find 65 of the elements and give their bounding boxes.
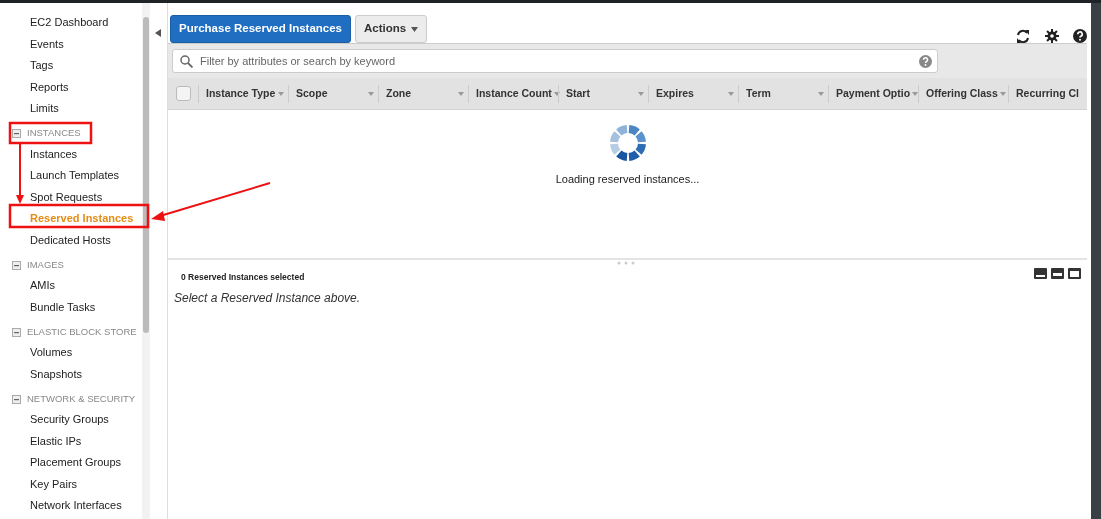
column-header[interactable]: Expires <box>648 84 738 103</box>
help-icon[interactable] <box>1073 28 1087 43</box>
sidebar-item[interactable]: Reports <box>0 76 142 98</box>
column-header[interactable]: Instance Count <box>468 84 558 103</box>
sidebar-item[interactable]: Key Pairs <box>0 473 142 495</box>
sidebar-item[interactable]: Tags <box>0 55 142 77</box>
loading-spinner-icon <box>608 124 647 162</box>
section-heading[interactable]: NETWORK & SECURITY <box>27 391 136 407</box>
sort-icon[interactable] <box>912 91 919 96</box>
actions-button[interactable]: Actions <box>355 15 428 43</box>
column-header[interactable]: Scope <box>288 84 378 103</box>
search-icon <box>180 55 193 68</box>
sidebar-item[interactable]: Bundle Tasks <box>0 296 142 318</box>
sidebar-item[interactable]: Security Groups <box>0 409 142 431</box>
details-message: Select a Reserved Instance above. <box>174 289 362 307</box>
sidebar-item[interactable]: Volumes <box>0 342 142 364</box>
sort-icon[interactable] <box>818 91 824 96</box>
column-header[interactable]: Term <box>738 84 828 103</box>
section-heading[interactable]: ELASTIC BLOCK STORE <box>27 324 137 340</box>
section-heading[interactable]: IMAGES <box>27 257 64 273</box>
sort-icon[interactable] <box>458 91 464 96</box>
collapse-icon[interactable] <box>155 29 161 37</box>
sidebar-item[interactable]: Events <box>0 33 142 55</box>
sort-icon[interactable] <box>999 91 1006 96</box>
collapse-icon[interactable] <box>12 260 21 270</box>
layout-split-icon[interactable] <box>1051 268 1064 279</box>
layout-bottom-icon[interactable] <box>1034 268 1047 279</box>
column-header[interactable]: Start <box>558 84 648 103</box>
sidebar-item[interactable]: Network Interfaces <box>0 495 142 517</box>
collapse-icon[interactable] <box>12 394 21 404</box>
column-header[interactable]: Recurring Cl <box>1008 84 1087 103</box>
scrollbar-thumb[interactable] <box>143 17 149 333</box>
settings-icon[interactable] <box>1045 28 1059 43</box>
sidebar-item[interactable]: Spot Requests <box>0 186 142 208</box>
column-header[interactable]: Instance Type <box>198 84 288 103</box>
search-field[interactable]: Filter by attributes or search by keyword <box>172 49 938 73</box>
sidebar-item[interactable]: Placement Groups <box>0 452 142 474</box>
loading-text: Loading reserved instances... <box>555 172 700 187</box>
sort-icon[interactable] <box>368 91 374 96</box>
sidebar-item[interactable]: Instances <box>0 143 142 165</box>
sidebar-item[interactable]: AMIs <box>0 275 142 297</box>
sidebar-item[interactable]: Limits <box>0 98 142 120</box>
selection-count: 0 Reserved Instances selected <box>181 271 305 284</box>
sort-icon[interactable] <box>728 91 734 96</box>
column-header[interactable]: Payment Optio <box>828 84 918 103</box>
annotation-arrow <box>16 143 24 204</box>
sidebar-item[interactable]: Dedicated Hosts <box>0 229 142 251</box>
purchase-button[interactable]: Purchase Reserved Instances <box>170 15 351 43</box>
section-heading[interactable]: INSTANCES <box>27 126 81 141</box>
refresh-icon[interactable] <box>1015 28 1031 44</box>
collapse-icon[interactable] <box>12 327 21 337</box>
collapse-icon[interactable] <box>12 129 21 138</box>
sidebar-item[interactable]: EC2 Dashboard <box>0 12 142 34</box>
sidebar-item[interactable]: Launch Templates <box>0 165 142 187</box>
column-header[interactable]: Offering Class <box>918 84 1008 103</box>
layout-top-icon[interactable] <box>1068 268 1081 279</box>
sort-icon[interactable] <box>278 91 284 96</box>
sidebar-item[interactable]: Snapshots <box>0 363 142 385</box>
sort-icon[interactable] <box>638 91 644 96</box>
caret-icon <box>411 26 419 32</box>
sidebar-item[interactable]: Elastic IPs <box>0 430 142 452</box>
column-header[interactable]: Zone <box>378 84 468 103</box>
select-all-checkbox[interactable] <box>176 86 191 101</box>
sort-icon[interactable] <box>553 91 560 96</box>
scrollbar[interactable] <box>142 3 150 519</box>
